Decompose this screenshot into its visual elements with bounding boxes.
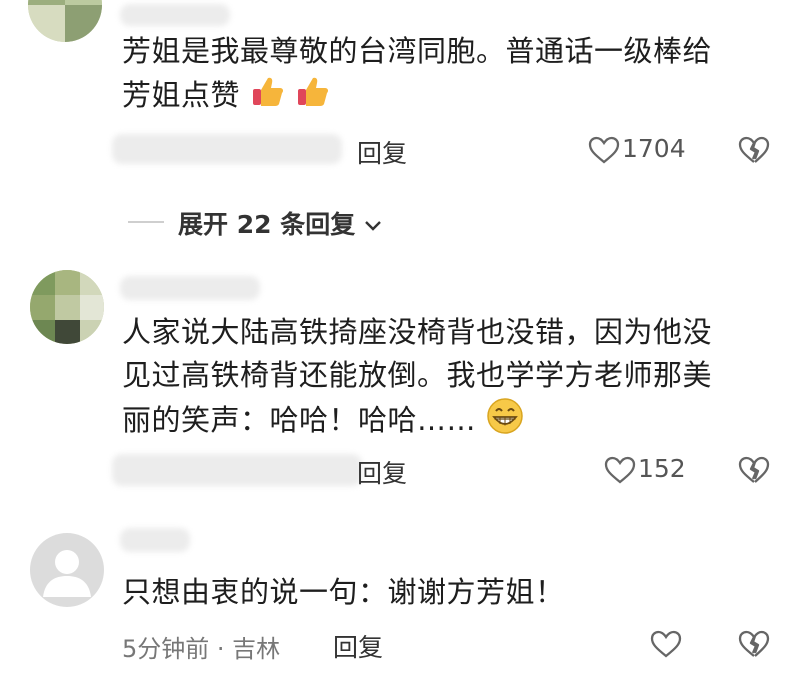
heart-outline-icon[interactable]: [588, 135, 620, 169]
expand-replies-button[interactable]: 展开 22 条回复: [178, 205, 382, 241]
grinning-emoji: [486, 397, 524, 447]
chevron-down-icon: [364, 210, 382, 239]
metadata-redacted: [112, 134, 342, 164]
thumbs-up-emoji: [250, 73, 286, 121]
heart-outline-icon[interactable]: [604, 455, 636, 489]
username-redacted: [120, 276, 260, 300]
username-redacted: [120, 4, 230, 26]
comment-text: 只想由衷的说一句：谢谢方芳姐！: [122, 575, 565, 609]
reply-button[interactable]: 回复: [333, 628, 383, 664]
comment-text: 人家说大陆高铁掎座没椅背也没错，因为他没 见过高铁椅背还能放倒。我也学学方老师那…: [122, 311, 712, 447]
heart-outline-icon[interactable]: [650, 629, 682, 663]
thumbs-up-emoji: [295, 73, 331, 121]
reply-button[interactable]: 回复: [357, 454, 407, 490]
avatar[interactable]: [28, 0, 102, 42]
divider: [128, 221, 164, 223]
metadata-redacted: [112, 454, 362, 486]
reply-button[interactable]: 回复: [357, 134, 407, 170]
broken-heart-icon[interactable]: [738, 455, 770, 489]
broken-heart-icon[interactable]: [738, 629, 770, 663]
comment-text: 芳姐是我最尊敬的台湾同胞。普通话一级棒给 芳姐点赞: [122, 30, 712, 121]
like-count: 1704: [622, 134, 686, 163]
default-avatar-icon[interactable]: [30, 533, 104, 607]
broken-heart-icon[interactable]: [738, 135, 770, 169]
avatar[interactable]: [30, 270, 104, 344]
time-location: 5分钟前 · 吉林: [122, 635, 281, 663]
username-redacted: [120, 528, 190, 552]
like-count: 152: [638, 454, 686, 483]
